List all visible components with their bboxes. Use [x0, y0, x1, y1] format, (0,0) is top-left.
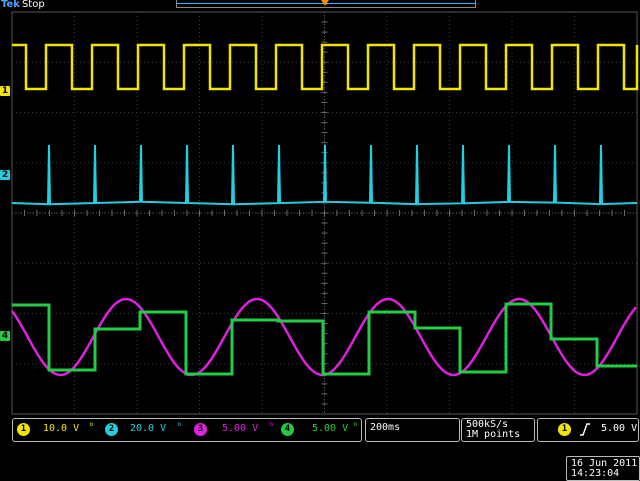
- time-value: 14:23:04: [571, 468, 620, 479]
- ch4-bw-icon: ᵇ: [353, 422, 359, 432]
- ch3-scale: 5.00 V: [222, 423, 259, 434]
- rising-edge-icon: [580, 423, 590, 436]
- datetime-display: 16 Jun 2011 14:23:04: [566, 456, 640, 481]
- ch1-bw-icon: ᵇ: [89, 422, 95, 432]
- ch2-ground-marker[interactable]: 2: [0, 170, 10, 180]
- ch3-chip: 3: [194, 423, 207, 436]
- ch4-chip: 4: [281, 423, 294, 436]
- timebase-value: 200ms: [370, 422, 401, 433]
- ch1-ground-marker[interactable]: 1: [0, 86, 10, 96]
- ch1-chip: 1: [17, 423, 30, 436]
- horizontal-readout-panel[interactable]: 200ms: [365, 418, 460, 442]
- ch2-chip: 2: [105, 423, 118, 436]
- acquisition-readout-panel[interactable]: 500kS/s 1M points: [461, 418, 535, 442]
- channel-readout-panel[interactable]: 1 10.0 V ᵇ 2 20.0 V ᵇ 3 5.00 V ᵇ 4 5.00 …: [12, 418, 362, 442]
- ch1-scale: 10.0 V: [43, 423, 80, 434]
- ch2-bw-icon: ᵇ: [177, 422, 183, 432]
- ch4-ground-marker[interactable]: 4: [0, 331, 10, 341]
- ch3-bw-icon: ᵇ: [269, 422, 275, 432]
- trigger-source-chip: 1: [558, 423, 571, 436]
- trigger-readout-panel[interactable]: 1 5.00 V: [537, 418, 639, 442]
- waveform-display: [10, 11, 639, 415]
- record-length-value: 1M points: [466, 429, 521, 440]
- ch2-scale: 20.0 V: [130, 423, 167, 434]
- trigger-level-value: 5.00 V: [601, 423, 638, 434]
- ch4-scale: 5.00 V: [312, 423, 349, 434]
